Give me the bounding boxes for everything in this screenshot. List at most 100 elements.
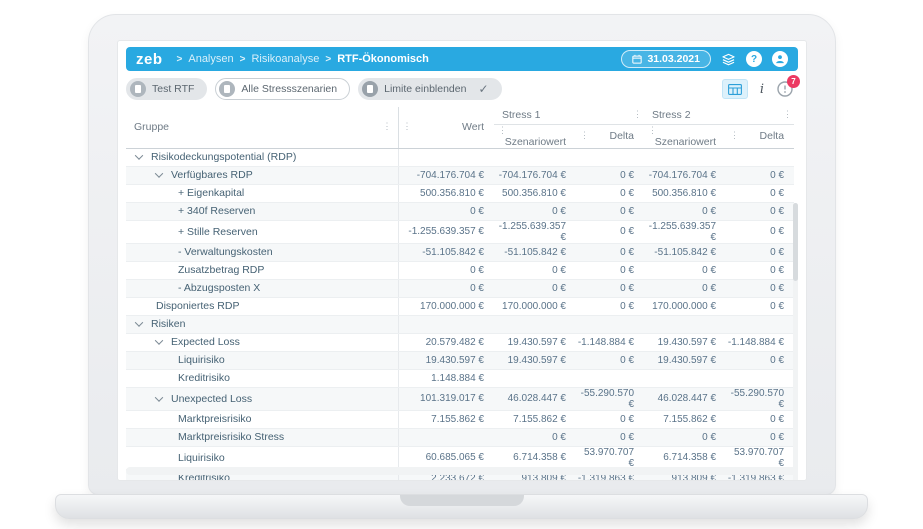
column-header-gruppe[interactable]: Gruppe ⋮ (126, 107, 398, 148)
breadcrumb-analysen[interactable]: Analysen (188, 53, 233, 65)
value-cell (576, 315, 644, 333)
table-row[interactable]: Liquirisiko60.685.065 €6.714.358 €53.970… (126, 446, 794, 469)
column-menu-icon[interactable]: ⋮ (383, 121, 392, 132)
value-cell: 0 € (576, 351, 644, 369)
date-value: 31.03.2021 (647, 53, 700, 65)
breadcrumb-separator: > (325, 54, 331, 65)
value-cell: 0 € (726, 166, 794, 184)
table-row[interactable]: Disponiertes RDP170.000.000 €170.000.000… (126, 297, 794, 315)
column-menu-icon[interactable]: ⋮ (730, 130, 739, 141)
row-label: Risikodeckungspotential (RDP) (151, 151, 296, 163)
date-picker[interactable]: 31.03.2021 (621, 50, 711, 68)
chip-limite-einblenden[interactable]: Limite einblenden ✓ (358, 78, 501, 100)
row-label: + Eigenkapital (178, 187, 244, 199)
value-cell (398, 148, 494, 166)
row-label: Unexpected Loss (171, 393, 252, 405)
row-label: Kreditrisiko (178, 372, 230, 384)
risk-table-wrap: Gruppe ⋮ ⋮ Wert Stress 1 ⋮ (126, 107, 798, 481)
value-cell: -704.176.704 € (494, 166, 576, 184)
column-header-szenariowert-2[interactable]: ⋮ Szenariowert (644, 124, 726, 148)
value-cell: 0 € (494, 279, 576, 297)
table-row[interactable]: - Abzugsposten X0 €0 €0 €0 €0 € (126, 279, 794, 297)
zeb-logo[interactable]: zeb (136, 51, 163, 68)
notification-badge: 7 (787, 75, 800, 88)
value-cell: -1.255.639.357 € (644, 220, 726, 243)
column-menu-icon[interactable]: ⋮ (783, 109, 792, 120)
table-row[interactable]: Marktpreisrisiko7.155.862 €7.155.862 €0 … (126, 410, 794, 428)
table-row[interactable]: Risikodeckungspotential (RDP) (126, 148, 794, 166)
column-menu-icon[interactable]: ⋮ (648, 125, 657, 136)
table-row[interactable]: Risiken (126, 315, 794, 333)
value-cell: 46.028.447 € (494, 387, 576, 410)
alerts-icon[interactable]: 7 (776, 80, 794, 98)
layers-icon[interactable] (721, 53, 736, 66)
value-cell: 500.356.810 € (398, 184, 494, 202)
column-menu-icon[interactable]: ⋮ (403, 121, 412, 132)
value-cell: 500.356.810 € (644, 184, 726, 202)
value-cell: 0 € (644, 279, 726, 297)
chip-alle-stressszenarien[interactable]: Alle Stressszenarien (215, 78, 350, 100)
breadcrumb-risikoanalyse[interactable]: Risikoanalyse (251, 53, 319, 65)
column-menu-icon[interactable]: ⋮ (633, 109, 642, 120)
laptop-base-notch (400, 495, 524, 506)
chevron-down-icon[interactable] (155, 393, 163, 401)
column-header-delta-2[interactable]: ⋮ Delta (726, 124, 794, 148)
value-cell: -704.176.704 € (398, 166, 494, 184)
table-row[interactable]: + Eigenkapital 500.356.810 € 500.356.810 €… (126, 184, 794, 202)
row-label: Risiken (151, 318, 185, 330)
chevron-down-icon[interactable] (155, 169, 163, 177)
column-menu-icon[interactable]: ⋮ (498, 125, 507, 136)
row-label: Liquirisiko (178, 354, 225, 366)
row-label-cell: Risikodeckungspotential (RDP) (126, 148, 398, 166)
table-view-button[interactable] (722, 79, 748, 99)
value-cell: 1.148.884 € (398, 369, 494, 387)
user-icon[interactable] (772, 51, 788, 67)
value-cell: 7.155.862 € (494, 410, 576, 428)
table-row[interactable]: Zusatzbetrag RDP0 €0 €0 €0 €0 € (126, 261, 794, 279)
chevron-down-icon[interactable] (135, 151, 143, 159)
column-header-wert[interactable]: ⋮ Wert (398, 107, 494, 148)
risk-table: Gruppe ⋮ ⋮ Wert Stress 1 ⋮ (126, 107, 794, 481)
row-label-cell: Liquirisiko (126, 351, 398, 369)
value-cell: 0 € (726, 261, 794, 279)
table-row[interactable]: Verfügbares RDP-704.176.704 €-704.176.70… (126, 166, 794, 184)
value-cell: 0 € (576, 410, 644, 428)
row-label-cell: Verfügbares RDP (126, 166, 398, 184)
column-group-stress1[interactable]: Stress 1 ⋮ (494, 107, 644, 124)
column-menu-icon[interactable]: ⋮ (580, 130, 589, 141)
table-row[interactable]: Marktpreisrisiko Stress0 €0 €0 €0 € (126, 428, 794, 446)
vertical-scrollbar-thumb[interactable] (793, 203, 798, 281)
value-cell: 0 € (576, 297, 644, 315)
table-row[interactable]: Expected Loss20.579.482 €19.430.597 €-1.… (126, 333, 794, 351)
chevron-down-icon[interactable] (135, 318, 143, 326)
chip-label: Alle Stressszenarien (241, 83, 337, 95)
value-cell: -1.255.639.357 € (398, 220, 494, 243)
column-label: Delta (610, 130, 635, 142)
value-cell (644, 315, 726, 333)
laptop-frame: zeb > Analysen > Risikoanalyse > RTF-Öko… (88, 14, 836, 495)
row-label: Expected Loss (171, 336, 240, 348)
value-cell: 60.685.065 € (398, 446, 494, 469)
value-cell: 19.430.597 € (494, 333, 576, 351)
table-row[interactable]: Unexpected Loss101.319.017 €46.028.447 €… (126, 387, 794, 410)
help-icon[interactable]: ? (746, 51, 762, 67)
chip-test-rtf[interactable]: Test RTF (126, 78, 207, 100)
value-cell: 0 € (644, 261, 726, 279)
table-row[interactable]: Liquirisiko19.430.597 €19.430.597 €0 €19… (126, 351, 794, 369)
table-row[interactable]: - Verwaltungskosten-51.105.842 €-51.105.… (126, 243, 794, 261)
table-row[interactable]: + Stille Reserven -1.255.639.357 € -1.255.… (126, 220, 794, 243)
table-row[interactable]: Kreditrisiko 1.148.884 € (126, 369, 794, 387)
value-cell: -1.148.884 € (726, 333, 794, 351)
info-icon[interactable]: i (760, 82, 764, 97)
column-header-delta-1[interactable]: ⋮ Delta (576, 124, 644, 148)
value-cell: 53.970.707 € (576, 446, 644, 469)
column-header-szenariowert-1[interactable]: ⋮ Szenariowert (494, 124, 576, 148)
horizontal-scrollbar[interactable] (126, 467, 798, 475)
row-label: + Stille Reserven (178, 226, 258, 238)
breadcrumb-separator: > (177, 54, 183, 65)
table-row[interactable]: + 340f Reserven0 €0 €0 €0 €0 € (126, 202, 794, 220)
column-group-stress2[interactable]: Stress 2 ⋮ (644, 107, 794, 124)
laptop-base (55, 494, 868, 519)
breadcrumb-rtf-oekonomisch[interactable]: RTF-Ökonomisch (337, 53, 429, 65)
chevron-down-icon[interactable] (155, 336, 163, 344)
